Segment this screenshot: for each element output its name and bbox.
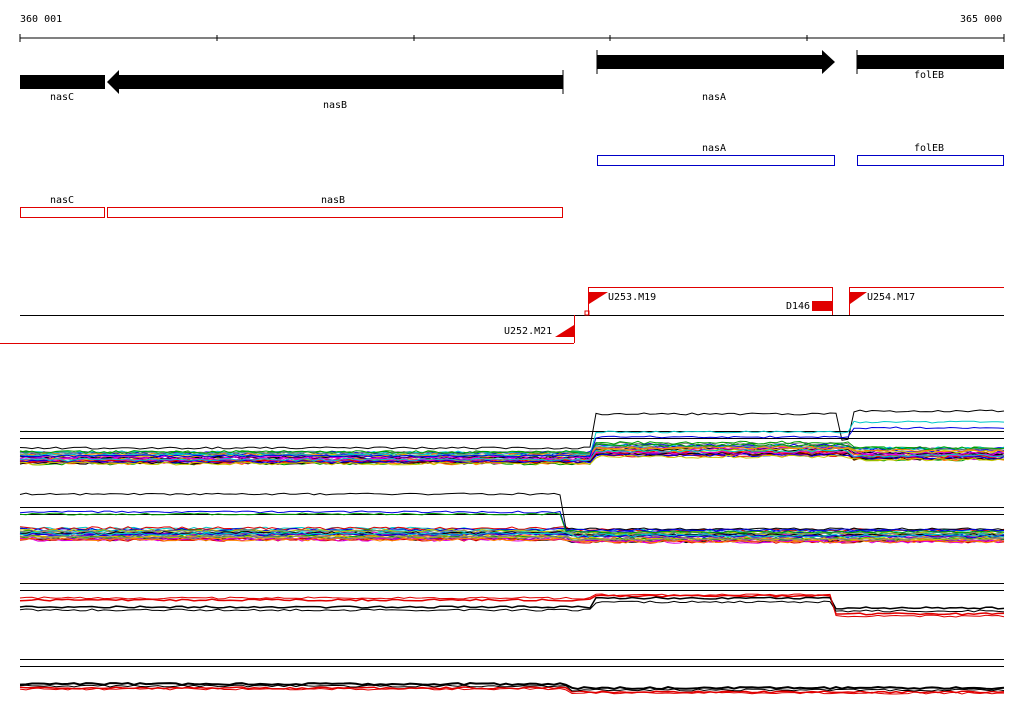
cds-box-folEB[interactable] [857, 155, 1004, 166]
gene-arrow-folEB[interactable] [857, 55, 1004, 69]
gene-label-folEB: folEB [913, 70, 945, 81]
terminator-D146[interactable] [812, 301, 832, 311]
cds-box-nasA[interactable] [597, 155, 835, 166]
transcription-unit-track [0, 287, 1004, 344]
cds-label-nasA: nasA [701, 143, 727, 154]
gene-label-nasC: nasC [49, 92, 75, 103]
tss-flag-U252.M21[interactable] [555, 325, 574, 337]
coordinate-ruler [19, 34, 1005, 42]
expression-profile [19, 492, 1005, 531]
gene-arrow-track [20, 50, 1004, 94]
cds-box-nasC[interactable] [20, 207, 105, 218]
tu-label-U254.M17: U254.M17 [867, 292, 916, 303]
expression-track-1 [19, 409, 1005, 466]
gene-label-nasA: nasA [701, 92, 727, 103]
tu-label-D146: D146 [786, 301, 811, 312]
genome-browser-view: 360 001 365 000 nasC nasB nasA folEB nas… [0, 0, 1024, 714]
tu-label-U253.M19: U253.M19 [608, 292, 657, 303]
gene-arrow-nasC[interactable] [20, 75, 105, 89]
cds-box-nasB[interactable] [107, 207, 563, 218]
genome-track-canvas [0, 34, 1005, 695]
cds-label-nasB: nasB [320, 195, 346, 206]
cds-label-folEB: folEB [913, 143, 945, 154]
expression-profile [19, 409, 1005, 450]
expression-track-3 [19, 583, 1005, 618]
tu-label-U252.M21: U252.M21 [504, 326, 553, 337]
cds-label-nasC: nasC [49, 195, 75, 206]
expression-profile [19, 600, 1005, 613]
ruler-start-label: 360 001 [20, 14, 63, 25]
gene-arrow-nasB[interactable] [107, 70, 563, 94]
gene-arrow-nasA[interactable] [597, 50, 835, 74]
cds-forward-track [597, 155, 1004, 166]
gene-label-nasB: nasB [322, 100, 348, 111]
expression-track-4 [19, 659, 1005, 695]
tss-flag-U254.M17[interactable] [850, 292, 867, 304]
ruler-end-label: 365 000 [960, 14, 1003, 25]
expression-track-2 [19, 492, 1005, 544]
cds-reverse-track [20, 207, 563, 218]
